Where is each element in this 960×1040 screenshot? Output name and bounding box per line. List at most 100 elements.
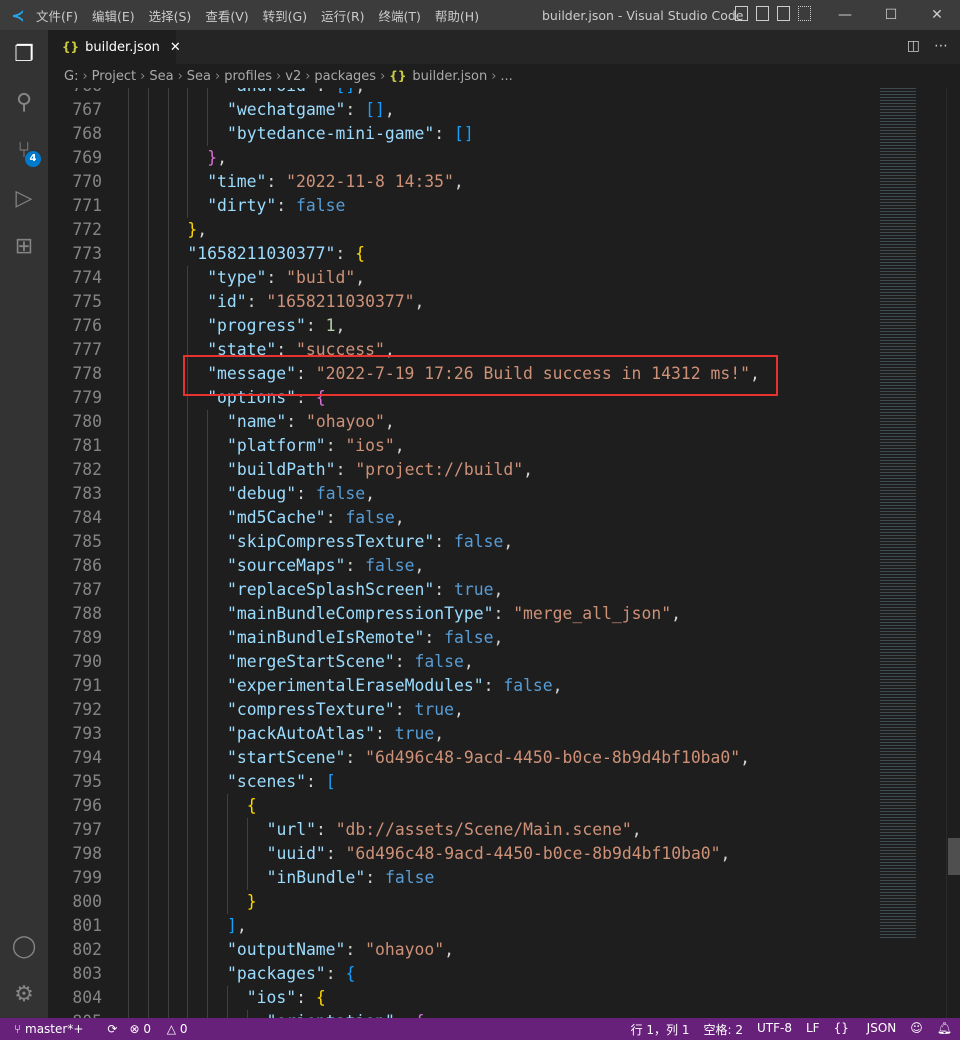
indent-guide: [128, 770, 129, 794]
code-token: false: [444, 628, 494, 647]
code-token: ,: [355, 88, 365, 95]
breadcrumb-item[interactable]: profiles: [224, 69, 272, 84]
menu-item[interactable]: 编辑(E): [92, 9, 135, 24]
indent-guide: [167, 626, 169, 650]
code-editor[interactable]: 766 "android": [], 767 "wechatgame": [], 768…: [48, 88, 960, 1018]
indent-guide: [147, 578, 149, 602]
indent-guide: [147, 650, 149, 674]
more-actions-icon[interactable]: ⋯: [934, 38, 948, 54]
indent-guide: [147, 674, 149, 698]
toggle-secondary-sidebar-icon[interactable]: [777, 6, 790, 21]
code-token: :: [424, 628, 445, 647]
code-token: :: [246, 292, 267, 311]
vertical-scrollbar[interactable]: [946, 88, 960, 1018]
indent-guide: [207, 88, 209, 98]
indent-guide: [207, 122, 209, 146]
encoding[interactable]: UTF-8: [757, 1021, 792, 1038]
line-number: 773: [72, 244, 102, 263]
end-of-line[interactable]: LF: [806, 1021, 820, 1038]
maximize-button[interactable]: ☐: [868, 0, 914, 30]
indent-guide: [167, 866, 169, 890]
breadcrumb-item[interactable]: Sea: [187, 69, 211, 84]
indent-guide: [128, 674, 129, 698]
line-number: 778: [72, 364, 102, 383]
language-label: JSON: [866, 1021, 897, 1035]
breadcrumb-item[interactable]: Sea: [149, 69, 173, 84]
notifications-icon[interactable]: 🔔︎: [937, 1021, 952, 1038]
code-token: "6d496c48-9acd-4450-b0ce-8b9d4bf10ba0": [365, 748, 741, 767]
code-token: :: [325, 436, 346, 455]
breadcrumb-item[interactable]: builder.json: [412, 69, 487, 84]
indent-guide: [207, 650, 209, 674]
menu-item[interactable]: 文件(F): [36, 9, 78, 24]
language-mode[interactable]: {} JSON: [834, 1021, 897, 1038]
close-button[interactable]: ✕: [914, 0, 960, 30]
menu-item[interactable]: 运行(R): [321, 9, 364, 24]
breadcrumb-item[interactable]: Project: [92, 69, 136, 84]
source-control-button[interactable]: ⑂ 4: [0, 126, 48, 174]
line-number: 784: [72, 508, 102, 527]
explorer-button[interactable]: ❐: [0, 30, 48, 78]
indent-guide: [128, 362, 129, 386]
indent-guide: [147, 722, 149, 746]
search-button[interactable]: ⚲: [0, 78, 48, 126]
indent-guide: [187, 914, 189, 938]
breadcrumb-item[interactable]: ...: [500, 69, 512, 84]
code-token: "url": [266, 820, 316, 839]
indent-guide: [246, 818, 248, 842]
line-number: 779: [72, 388, 102, 407]
tab-builder-json[interactable]: {} builder.json ✕: [48, 30, 181, 64]
indent-guide: [128, 410, 129, 434]
breadcrumb-item[interactable]: packages: [314, 69, 376, 84]
line-number: 770: [72, 172, 102, 191]
indent-guide: [147, 770, 149, 794]
manage-button[interactable]: ⚙: [0, 970, 48, 1018]
branch-name: master*+: [25, 1022, 84, 1036]
branch-indicator[interactable]: ⑂ master*+: [14, 1022, 95, 1036]
scrollbar-thumb[interactable]: [948, 838, 960, 875]
indent-guide: [167, 170, 169, 194]
code-token: "inBundle": [266, 868, 366, 887]
code-token: false: [345, 508, 395, 527]
code-token: :: [365, 868, 386, 887]
close-tab-icon[interactable]: ✕: [170, 40, 181, 55]
sync-icon[interactable]: ⟳: [107, 1022, 117, 1036]
indent-guide: [187, 506, 189, 530]
menu-item[interactable]: 选择(S): [149, 9, 192, 24]
menu-item[interactable]: 帮助(H): [435, 9, 479, 24]
tab-label: builder.json: [85, 39, 160, 55]
cursor-position[interactable]: 行 1，列 1: [631, 1021, 690, 1038]
code-token: "mainBundleIsRemote": [227, 628, 425, 647]
extensions-button[interactable]: ⊞: [0, 222, 48, 270]
minimize-button[interactable]: —: [822, 0, 868, 30]
problems-indicator[interactable]: ⊗ 0 △ 0: [129, 1022, 199, 1036]
indentation[interactable]: 空格: 2: [704, 1021, 744, 1038]
menu-item[interactable]: 终端(T): [379, 9, 421, 24]
toggle-sidebar-icon[interactable]: [735, 6, 748, 21]
indent-guide: [167, 88, 169, 98]
toggle-panel-icon[interactable]: [756, 6, 769, 21]
indent-guide: [167, 338, 169, 362]
menu-item[interactable]: 转到(G): [263, 9, 307, 24]
code-token: ,: [720, 844, 731, 863]
code-token: ,: [394, 436, 405, 455]
code-token: :: [345, 100, 366, 119]
account-icon: ◯: [11, 933, 37, 959]
indent-guide: [167, 938, 169, 962]
accounts-button[interactable]: ◯: [0, 922, 48, 970]
run-debug-button[interactable]: ▷: [0, 174, 48, 222]
feedback-icon[interactable]: ☺: [910, 1021, 923, 1038]
indent-guide: [207, 506, 209, 530]
indent-guide: [187, 458, 189, 482]
indent-guide: [207, 458, 209, 482]
breadcrumb-item[interactable]: v2: [285, 69, 301, 84]
code-token: ,: [493, 628, 504, 647]
indent-guide: [167, 1010, 169, 1018]
menu-item[interactable]: 查看(V): [205, 9, 248, 24]
customize-layout-icon[interactable]: [798, 6, 811, 21]
code-token: "1658211030377": [187, 244, 336, 263]
indent-guide: [187, 962, 189, 986]
breadcrumb-item[interactable]: G:: [64, 69, 78, 84]
split-editor-icon[interactable]: ◫: [907, 38, 920, 54]
code-token: "mainBundleCompressionType": [227, 604, 494, 623]
